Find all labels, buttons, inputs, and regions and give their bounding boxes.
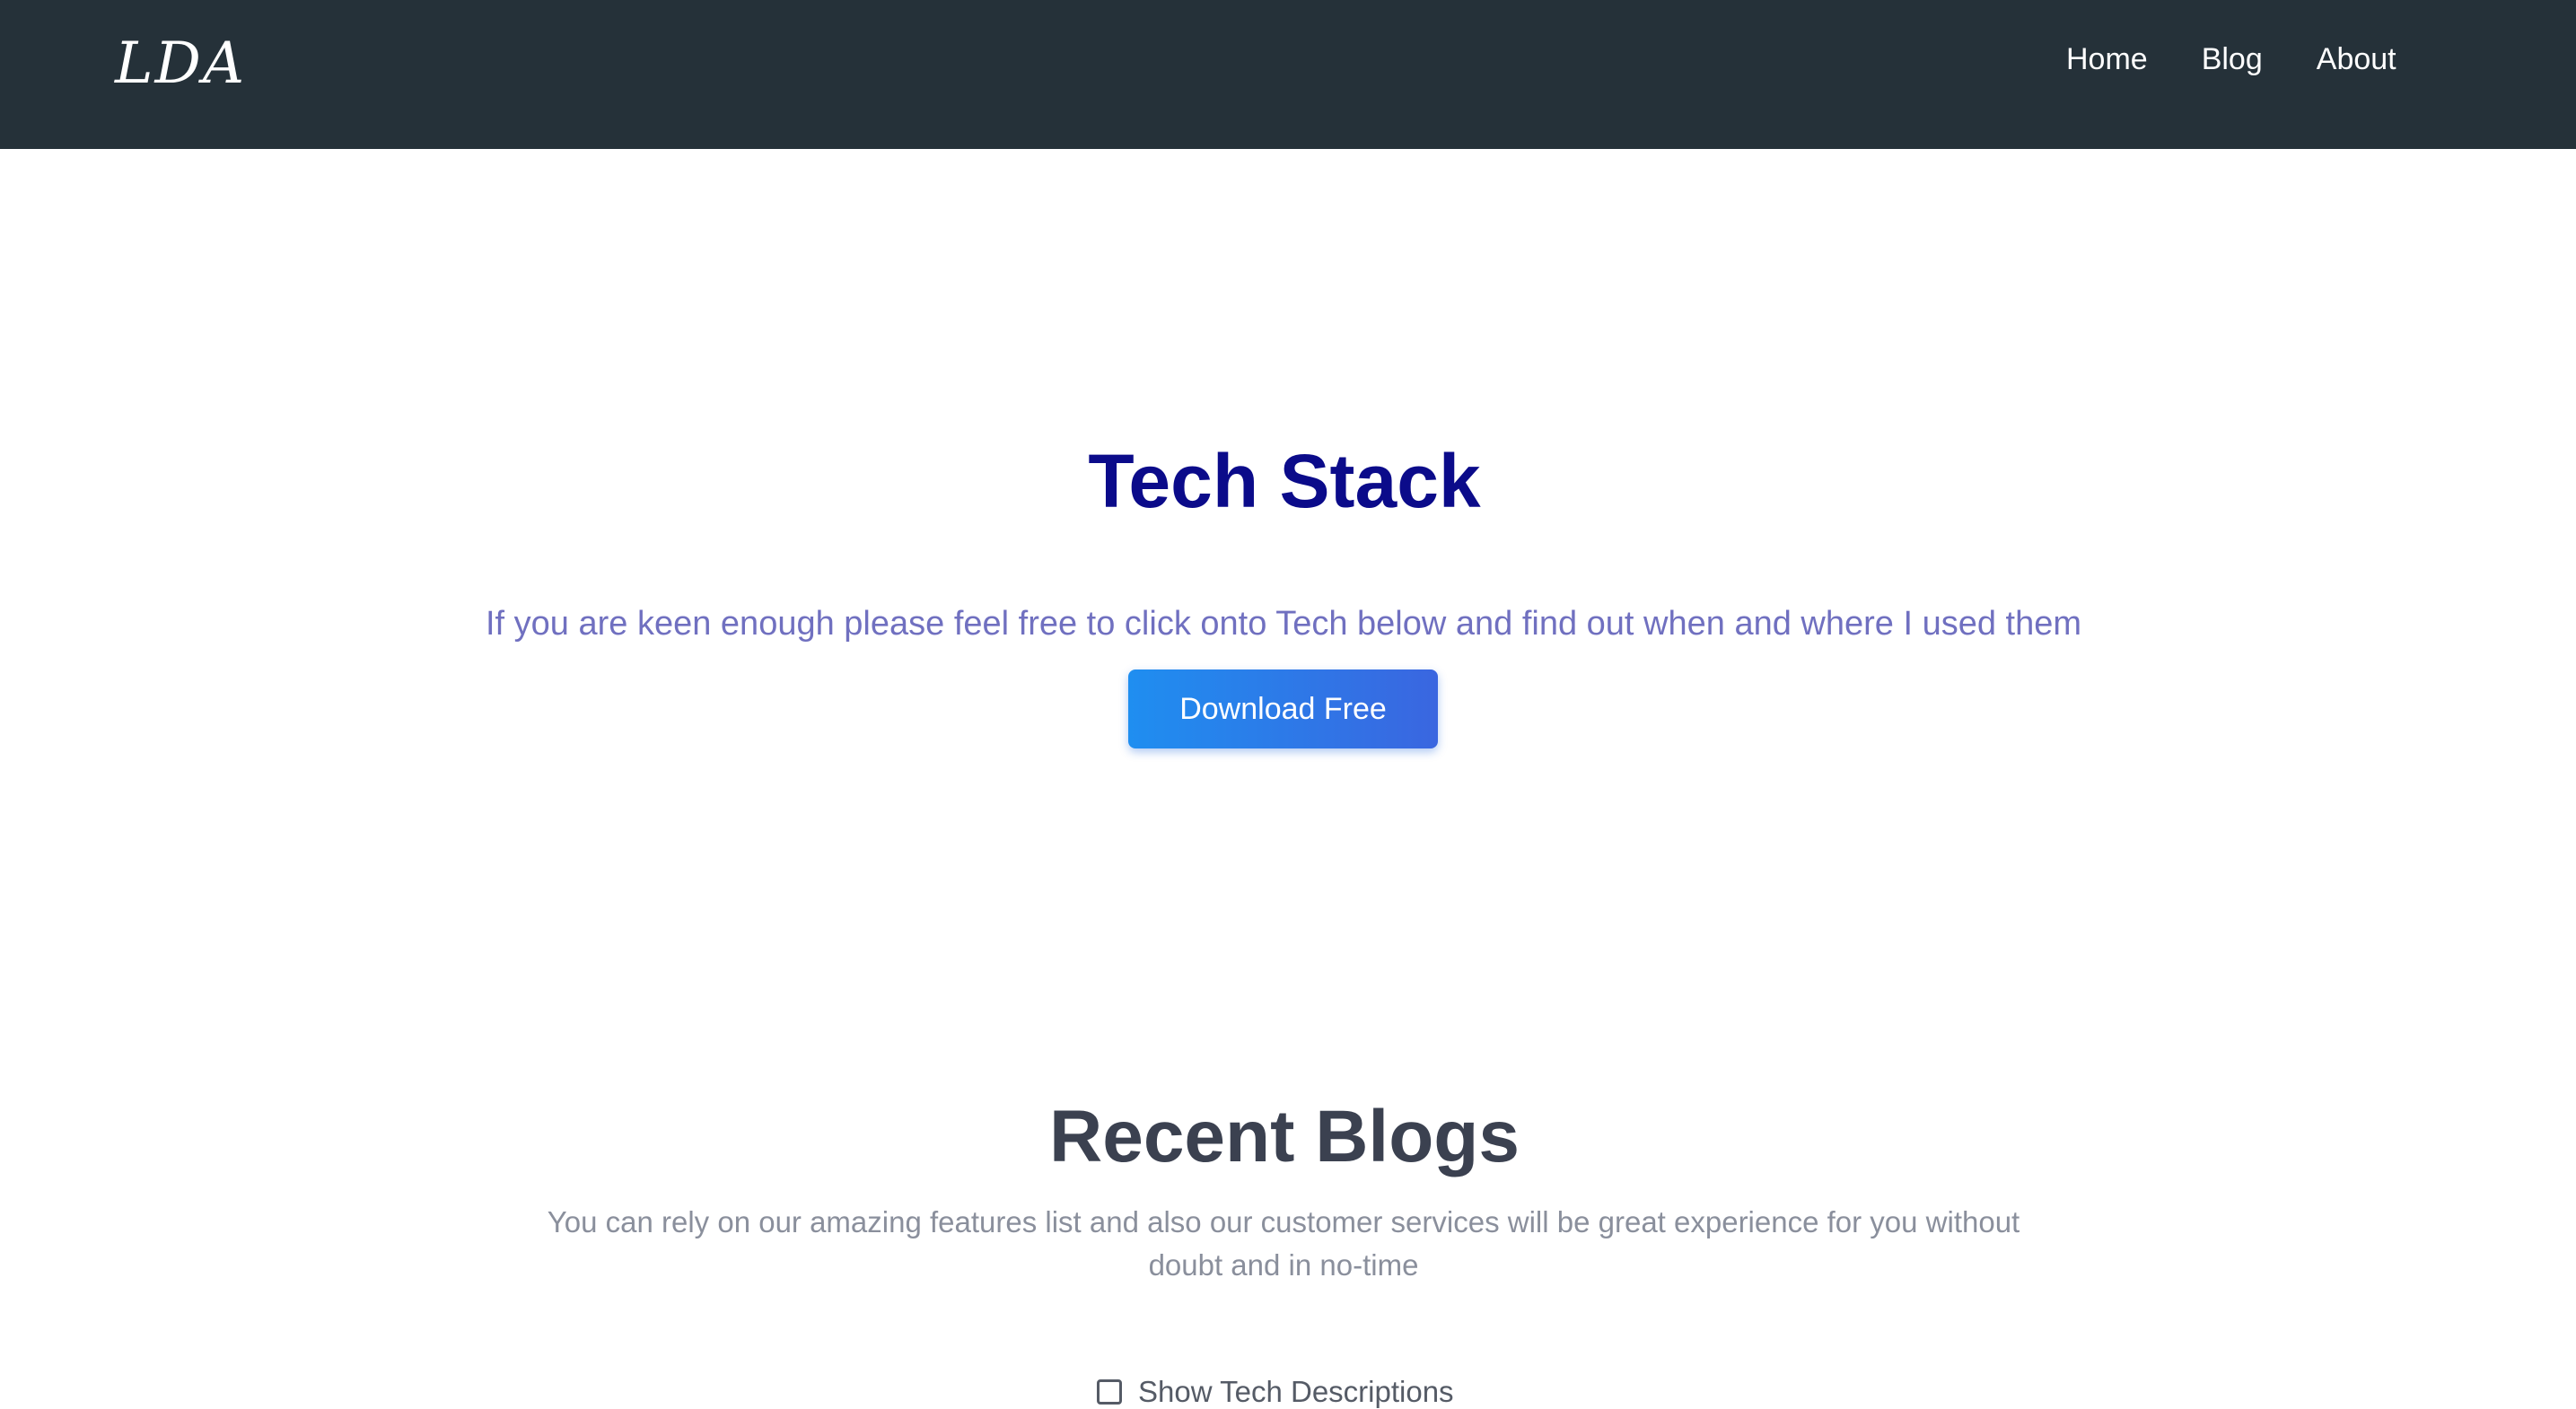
site-logo[interactable]: LDA (115, 31, 246, 97)
checkbox-icon[interactable] (1097, 1379, 1122, 1405)
nav-links: Home Blog About (2066, 39, 2450, 79)
recent-blogs-description: You can rely on our amazing features lis… (547, 1205, 2020, 1282)
checkbox-label: Show Tech Descriptions (1138, 1375, 1454, 1408)
download-free-button[interactable]: Download Free (1128, 669, 1438, 748)
hero-title: Tech Stack (1088, 439, 1481, 523)
navbar: LDA Home Blog About (0, 0, 2576, 149)
nav-link-blog[interactable]: Blog (2202, 39, 2263, 79)
nav-link-home[interactable]: Home (2066, 39, 2148, 79)
recent-blogs-title: Recent Blogs (1049, 1096, 1520, 1177)
show-descriptions-toggle[interactable]: Show Tech Descriptions (1097, 1375, 1454, 1409)
nav-link-about[interactable]: About (2317, 39, 2396, 79)
hero-subtitle: If you are keen enough please feel free … (485, 605, 2082, 643)
